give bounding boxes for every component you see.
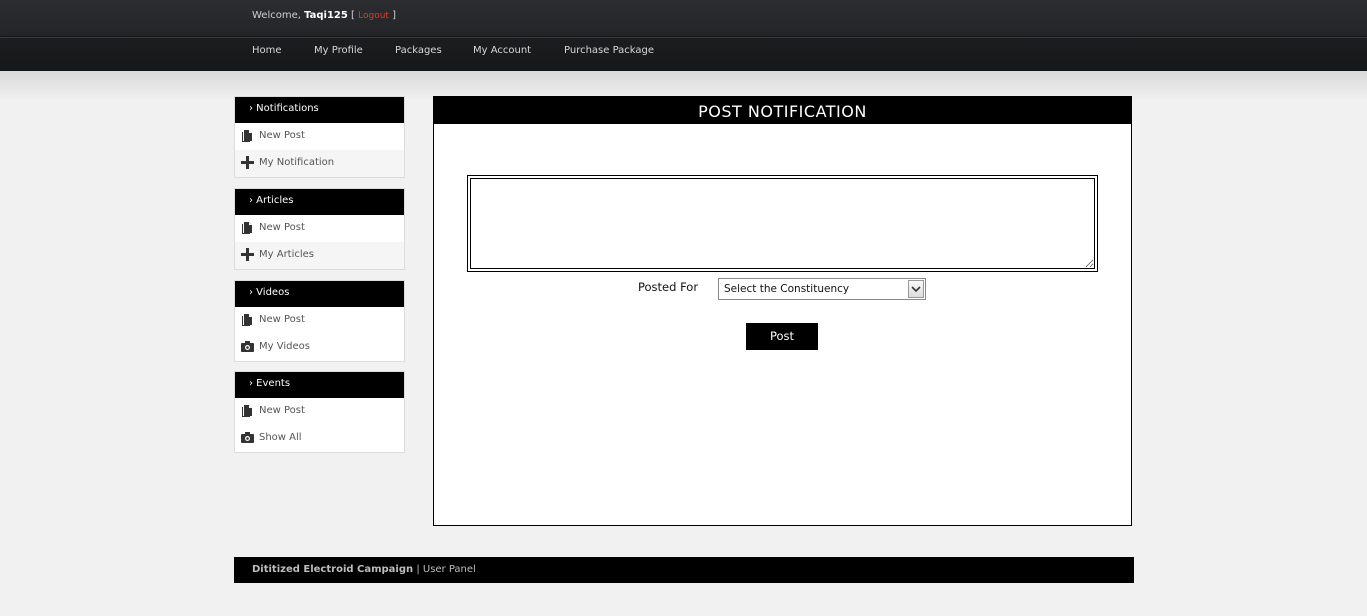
document-icon (242, 405, 252, 417)
sidebar-item-label: My Videos (259, 341, 310, 352)
footer-separator: | (416, 564, 420, 575)
sidebar-item-my-videos[interactable]: My Videos (235, 334, 404, 361)
sidebar-item-label: New Post (259, 405, 305, 416)
nav-my-profile[interactable]: My Profile (314, 45, 363, 56)
nav-packages[interactable]: Packages (395, 45, 442, 56)
sidebar-item-label: New Post (259, 314, 305, 325)
sidebar-heading: › Events (235, 372, 404, 398)
nav-home[interactable]: Home (252, 45, 282, 56)
sidebar-events: › Events New Post Show All (234, 371, 405, 453)
document-icon (242, 222, 252, 234)
plus-icon (241, 156, 254, 169)
top-bar: Welcome, Taqi125 [ Logout ] (0, 0, 1367, 37)
camera-icon (241, 432, 254, 443)
sidebar-articles: › Articles New Post My Articles (234, 188, 405, 270)
sidebar-notifications: › Notifications New Post My Notification (234, 96, 405, 178)
nav-my-account[interactable]: My Account (473, 45, 531, 56)
constituency-select[interactable]: Select the Constituency (718, 278, 926, 300)
sidebar-heading: › Articles (235, 189, 404, 215)
sidebar-heading: › Videos (235, 281, 404, 307)
message-textarea[interactable] (470, 178, 1095, 269)
chevron-down-icon[interactable] (908, 280, 924, 298)
sidebar-item-my-notification[interactable]: My Notification (235, 150, 404, 177)
footer-brand: Dititized Electroid Campaign (252, 564, 414, 575)
sidebar-videos: › Videos New Post My Videos (234, 280, 405, 362)
camera-icon (241, 341, 254, 352)
sidebar-item-label: My Articles (259, 249, 315, 260)
welcome-text: Welcome, Taqi125 [ Logout ] (252, 10, 397, 21)
username: Taqi125 (304, 10, 348, 21)
document-icon (242, 130, 252, 142)
sidebar-item-label: New Post (259, 130, 305, 141)
sidebar-item-my-articles[interactable]: My Articles (235, 242, 404, 269)
sidebar-item-new-article[interactable]: New Post (235, 215, 404, 242)
welcome-prefix: Welcome, (252, 10, 301, 21)
post-button[interactable]: Post (746, 323, 818, 350)
document-icon (242, 314, 252, 326)
page-title: POST NOTIFICATION (434, 97, 1131, 124)
message-field-frame (467, 175, 1098, 272)
sidebar-item-label: New Post (259, 222, 305, 233)
logout-link[interactable]: Logout (358, 11, 389, 21)
post-notification-panel: POST NOTIFICATION Posted For Select the … (433, 96, 1132, 526)
footer: Dititized Electroid Campaign | User Pane… (234, 557, 1134, 583)
posted-for-label: Posted For (638, 280, 699, 294)
sidebar-item-label: Show All (259, 432, 302, 443)
sidebar-item-show-all-events[interactable]: Show All (235, 425, 404, 452)
sidebar-item-new-video[interactable]: New Post (235, 307, 404, 334)
plus-icon (241, 248, 254, 261)
main-nav: Home My Profile Packages My Account Purc… (0, 37, 1367, 71)
sidebar-item-new-event[interactable]: New Post (235, 398, 404, 425)
nav-purchase-package[interactable]: Purchase Package (564, 45, 654, 56)
sidebar-item-label: My Notification (259, 157, 335, 168)
sidebar-heading: › Notifications (235, 97, 404, 123)
constituency-select-value: Select the Constituency (724, 283, 850, 295)
sidebar-item-new-notification[interactable]: New Post (235, 123, 404, 150)
footer-section: User Panel (422, 564, 476, 575)
